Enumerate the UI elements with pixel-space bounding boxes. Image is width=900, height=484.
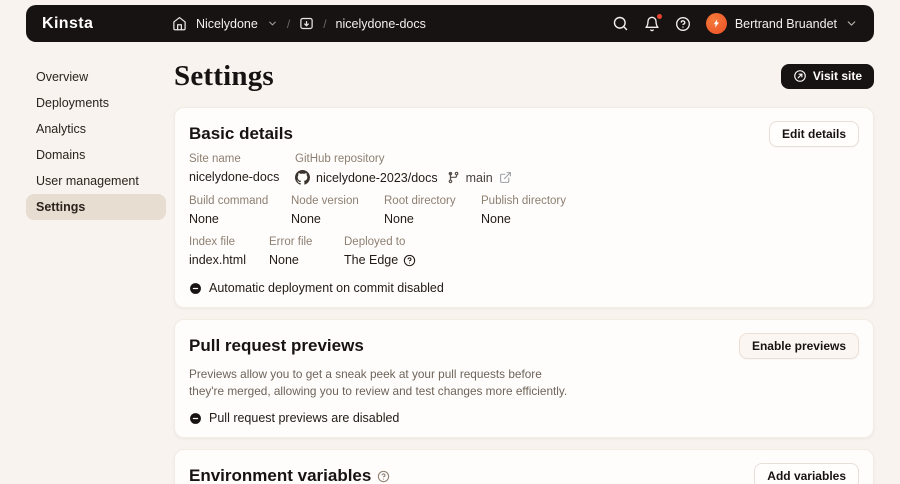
basic-details-card: Basic details Edit details Site name nic… xyxy=(174,107,874,308)
avatar xyxy=(706,13,727,34)
question-circle-icon[interactable] xyxy=(377,470,390,483)
notifications-button[interactable] xyxy=(644,16,660,32)
field-value: None xyxy=(291,212,384,226)
field-label: GitHub repository xyxy=(295,153,512,165)
add-variables-button[interactable]: Add variables xyxy=(754,463,859,484)
main-content: Settings Visit site Basic details Edit d… xyxy=(174,56,874,484)
visit-site-label: Visit site xyxy=(813,69,862,83)
static-site-icon xyxy=(299,16,314,31)
disabled-circle-icon xyxy=(189,282,202,295)
field-label: Index file xyxy=(189,236,269,248)
search-icon xyxy=(612,15,629,32)
sidebar-nav: Overview Deployments Analytics Domains U… xyxy=(26,64,166,220)
field-index-file: Index file index.html xyxy=(189,236,269,267)
previews-status: Pull request previews are disabled xyxy=(189,411,859,425)
chevron-down-icon xyxy=(845,17,858,30)
pull-request-previews-title: Pull request previews xyxy=(189,336,364,356)
kinsta-logo[interactable]: Kinsta xyxy=(42,15,93,33)
field-root-directory: Root directory None xyxy=(384,195,481,226)
field-label: Site name xyxy=(189,153,295,165)
topbar-actions: Bertrand Bruandet xyxy=(612,13,858,34)
search-button[interactable] xyxy=(612,15,629,32)
field-github-repository: GitHub repository nicelydone-2023/docs m… xyxy=(295,153,512,185)
sidebar-item-deployments[interactable]: Deployments xyxy=(26,90,166,116)
breadcrumb-company[interactable]: Nicelydone xyxy=(196,17,258,31)
field-publish-directory: Publish directory None xyxy=(481,195,566,226)
user-name: Bertrand Bruandet xyxy=(735,17,837,31)
repo-name[interactable]: nicelydone-2023/docs xyxy=(316,171,438,185)
status-text: Automatic deployment on commit disabled xyxy=(209,281,444,295)
notification-badge xyxy=(657,14,662,19)
git-branch-icon xyxy=(447,171,460,184)
field-label: Node version xyxy=(291,195,384,207)
environment-variables-card: Environment variables Add variables xyxy=(174,449,874,484)
basic-details-title: Basic details xyxy=(189,124,293,144)
environment-variables-title: Environment variables xyxy=(189,466,390,484)
auto-deployment-status: Automatic deployment on commit disabled xyxy=(189,281,859,295)
visit-site-button[interactable]: Visit site xyxy=(781,64,874,89)
previews-description: Previews allow you to get a sneak peek a… xyxy=(189,366,571,399)
top-navigation-bar: Kinsta Nicelydone / / nicelydone-docs xyxy=(26,5,874,42)
breadcrumb-separator: / xyxy=(287,17,290,31)
field-label: Deployed to xyxy=(344,236,416,248)
external-link-icon[interactable] xyxy=(499,171,512,184)
github-icon xyxy=(295,170,310,185)
field-value: nicelydone-docs xyxy=(189,170,295,184)
visit-site-icon xyxy=(793,69,807,83)
sidebar-item-domains[interactable]: Domains xyxy=(26,142,166,168)
field-value: None xyxy=(189,212,291,226)
field-deployed-to: Deployed to The Edge xyxy=(344,236,416,267)
field-error-file: Error file None xyxy=(269,236,344,267)
sidebar-item-user-management[interactable]: User management xyxy=(26,168,166,194)
disabled-circle-icon xyxy=(189,412,202,425)
sidebar-item-settings[interactable]: Settings xyxy=(26,194,166,220)
breadcrumb: Nicelydone / / nicelydone-docs xyxy=(172,16,426,31)
field-label: Root directory xyxy=(384,195,481,207)
field-value: None xyxy=(384,212,481,226)
field-label: Error file xyxy=(269,236,344,248)
field-build-command: Build command None xyxy=(189,195,291,226)
branch-name: main xyxy=(466,171,493,185)
status-text: Pull request previews are disabled xyxy=(209,411,399,425)
home-icon[interactable] xyxy=(172,16,187,31)
breadcrumb-site[interactable]: nicelydone-docs xyxy=(336,17,426,31)
field-site-name: Site name nicelydone-docs xyxy=(189,153,295,185)
kinsta-settings-page: Kinsta Nicelydone / / nicelydone-docs xyxy=(0,0,900,484)
field-value: index.html xyxy=(189,253,269,267)
field-value: None xyxy=(269,253,344,267)
chevron-down-icon[interactable] xyxy=(267,18,278,29)
field-label: Build command xyxy=(189,195,291,207)
user-menu[interactable]: Bertrand Bruandet xyxy=(706,13,858,34)
sidebar-item-analytics[interactable]: Analytics xyxy=(26,116,166,142)
field-label: Publish directory xyxy=(481,195,566,207)
card-title-text: Environment variables xyxy=(189,466,371,484)
field-node-version: Node version None xyxy=(291,195,384,226)
field-value: None xyxy=(481,212,566,226)
breadcrumb-separator: / xyxy=(323,17,326,31)
edit-details-button[interactable]: Edit details xyxy=(769,121,859,147)
page-title: Settings xyxy=(174,60,274,93)
pull-request-previews-card: Pull request previews Enable previews Pr… xyxy=(174,319,874,438)
enable-previews-button[interactable]: Enable previews xyxy=(739,333,859,359)
help-button[interactable] xyxy=(675,16,691,32)
help-circle-icon xyxy=(675,16,691,32)
question-circle-icon[interactable] xyxy=(403,254,416,267)
field-value: The Edge xyxy=(344,253,398,267)
sidebar-item-overview[interactable]: Overview xyxy=(26,64,166,90)
